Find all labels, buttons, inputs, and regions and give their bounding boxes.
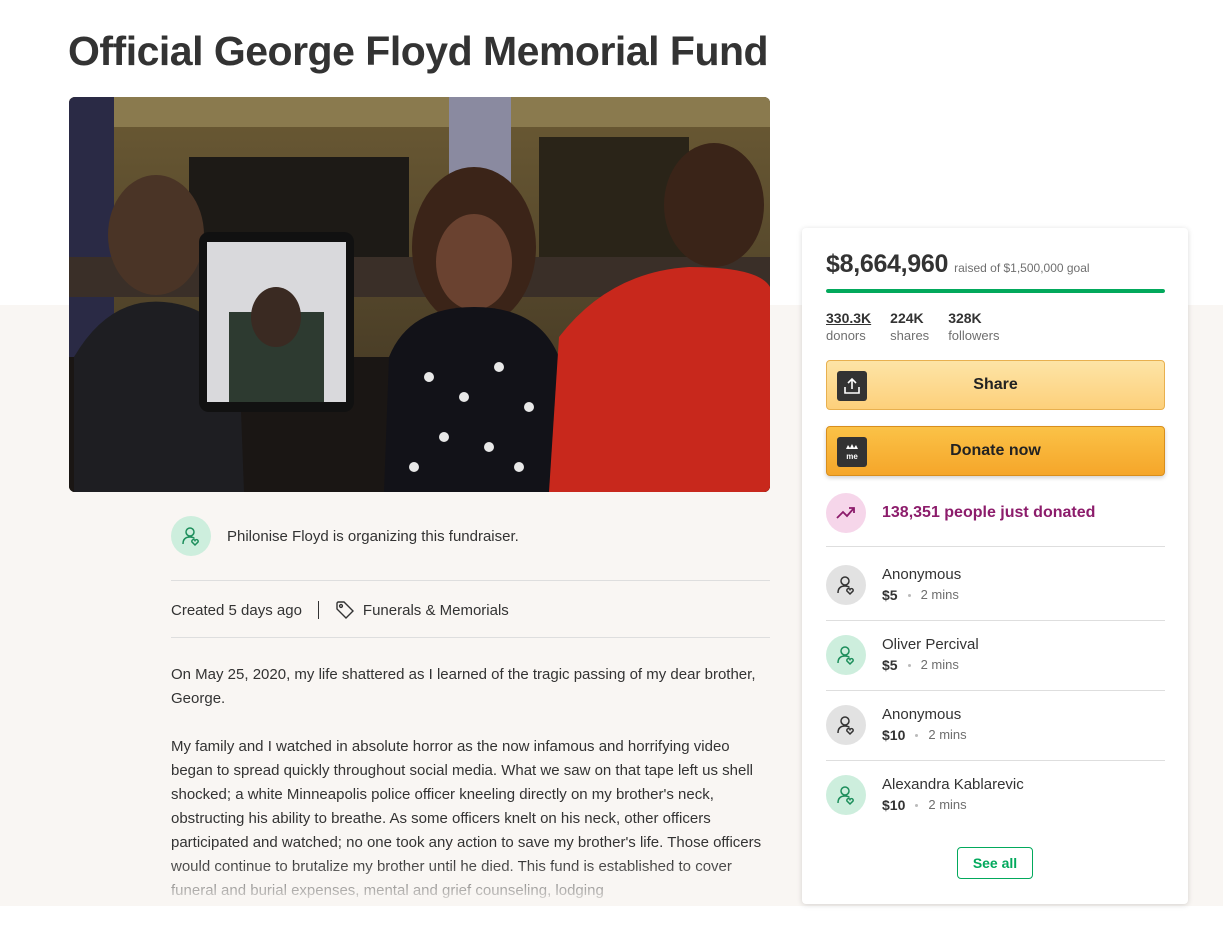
raised-amount: $8,664,960 <box>826 250 949 278</box>
donation-item: Alexandra Kablarevic $10 2 mins <box>826 773 1165 817</box>
share-button[interactable]: Share <box>826 360 1165 410</box>
raised-summary: $8,664,960 raised of $1,500,000 goal <box>826 250 1090 279</box>
donor-icon <box>826 775 866 815</box>
donation-amount: $10 <box>882 797 906 813</box>
organizer-icon <box>171 516 211 556</box>
donor-name: Anonymous <box>882 706 962 723</box>
separator-dot <box>907 593 911 597</box>
organizer-row: Philonise Floyd is organizing this fundr… <box>171 516 770 556</box>
stat-label: donors <box>826 328 866 343</box>
donation-time: 2 mins <box>920 587 959 602</box>
trending-icon <box>826 493 866 533</box>
donation-item: Oliver Percival $5 2 mins <box>826 633 1165 677</box>
donation-item: Anonymous $5 2 mins <box>826 563 1165 607</box>
donation-time: 2 mins <box>928 797 967 812</box>
stat-value: 328K <box>948 310 982 326</box>
donation-amount: $10 <box>882 727 906 743</box>
meta-separator <box>317 601 319 619</box>
divider <box>826 620 1165 621</box>
divider <box>826 690 1165 691</box>
gofundme-icon: me <box>837 437 867 467</box>
see-all-button[interactable]: See all <box>957 847 1033 879</box>
story-fade <box>160 860 780 906</box>
raised-goal: raised of $1,500,000 goal <box>954 261 1090 275</box>
page-title: Official George Floyd Memorial Fund <box>68 28 769 74</box>
fundraiser-meta: Created 5 days ago Funerals & Memorials <box>171 598 509 622</box>
divider <box>171 580 770 581</box>
stats-row: 330.3K donors 224K shares 328K followers <box>826 310 1018 345</box>
tag-icon <box>335 600 355 620</box>
story-paragraph: On May 25, 2020, my life shattered as I … <box>171 666 756 707</box>
created-date: Created 5 days ago <box>171 601 302 619</box>
svg-text:me: me <box>846 452 858 461</box>
recent-donations-summary: 138,351 people just donated <box>826 493 1095 533</box>
progress-bar <box>826 289 1165 293</box>
donate-button[interactable]: me Donate now <box>826 426 1165 476</box>
stat-label: shares <box>890 328 930 343</box>
donor-name: Alexandra Kablarevic <box>882 776 1024 793</box>
donation-amount: $5 <box>882 587 898 603</box>
donation-time: 2 mins <box>928 727 967 742</box>
separator-dot <box>915 733 919 737</box>
separator-dot <box>907 663 911 667</box>
donor-icon <box>826 635 866 675</box>
stat-donors[interactable]: 330.3K donors <box>826 310 871 345</box>
share-icon <box>837 371 867 401</box>
donor-name: Oliver Percival <box>882 636 979 653</box>
stat-value: 224K <box>890 310 924 326</box>
stat-label: followers <box>948 328 1000 343</box>
category-link[interactable]: Funerals & Memorials <box>363 602 509 619</box>
divider <box>171 637 770 638</box>
divider <box>826 546 1165 547</box>
donation-time: 2 mins <box>920 657 959 672</box>
stat-followers: 328K followers <box>948 310 999 345</box>
donor-name: Anonymous <box>882 566 962 583</box>
progress-fill <box>826 289 1165 293</box>
organizer-text: Philonise Floyd is organizing this fundr… <box>227 527 519 545</box>
separator-dot <box>915 803 919 807</box>
divider <box>826 760 1165 761</box>
hero-image <box>69 97 770 492</box>
stat-value[interactable]: 330.3K <box>826 310 871 327</box>
donation-sidebar: $8,664,960 raised of $1,500,000 goal 330… <box>802 228 1188 904</box>
donor-icon <box>826 565 866 605</box>
donate-label: Donate now <box>950 442 1041 459</box>
stat-shares: 224K shares <box>890 310 929 345</box>
donation-item: Anonymous $10 2 mins <box>826 703 1165 747</box>
donor-icon <box>826 705 866 745</box>
recent-donations-text: 138,351 people just donated <box>882 504 1096 521</box>
donation-amount: $5 <box>882 657 898 673</box>
share-label: Share <box>973 376 1018 393</box>
